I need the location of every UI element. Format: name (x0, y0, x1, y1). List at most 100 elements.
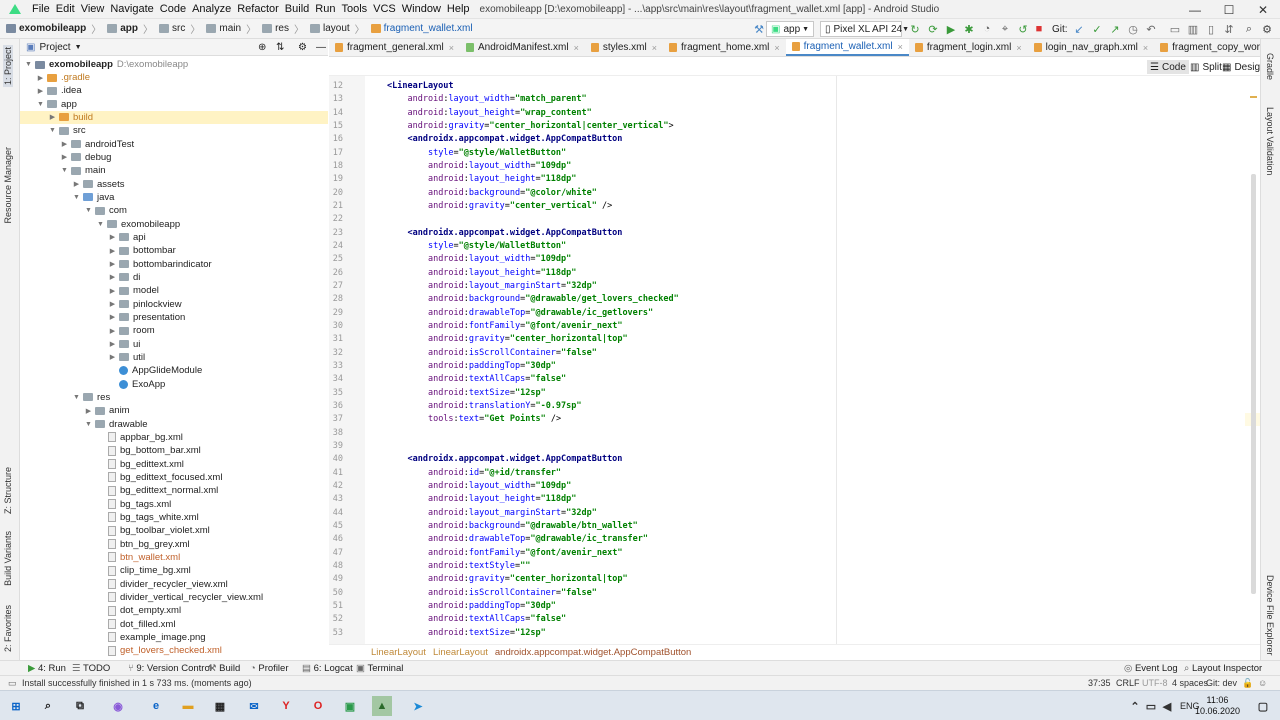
tree-item[interactable]: bg_toolbar_violet.xml (20, 524, 328, 537)
todo-tool-button[interactable]: ☰ TODO (72, 663, 110, 674)
device-file-explorer-tool-button[interactable]: Device File Explorer (1265, 575, 1275, 656)
code-editor[interactable]: <LinearLayout android:layout_width="matc… (365, 76, 1245, 644)
menu-file[interactable]: File (32, 3, 50, 15)
editor-breadcrumb-item[interactable]: LinearLayout (371, 647, 426, 658)
expanded-arrow-icon[interactable]: ▼ (72, 194, 81, 201)
opera-icon[interactable]: O (308, 696, 328, 716)
breadcrumb-item[interactable]: layout 〉 (309, 21, 365, 36)
file-encoding[interactable]: UTF-8 (1142, 678, 1168, 688)
git-push-icon[interactable]: ↗ (1108, 22, 1122, 36)
tree-item[interactable]: ▼ com (20, 204, 328, 217)
history-icon[interactable]: ◷ (1126, 22, 1140, 36)
menu-tools[interactable]: Tools (341, 3, 367, 15)
collapsed-arrow-icon[interactable]: ▶ (84, 407, 93, 415)
menu-build[interactable]: Build (285, 3, 309, 15)
collapsed-arrow-icon[interactable]: ▶ (60, 153, 69, 161)
collapsed-arrow-icon[interactable]: ▶ (108, 327, 117, 335)
breadcrumb-item[interactable]: app 〉 (107, 21, 153, 36)
run-icon[interactable]: ▶ (944, 22, 958, 36)
menu-navigate[interactable]: Navigate (110, 3, 153, 15)
tree-item[interactable]: ▼ main (20, 164, 328, 177)
collapsed-arrow-icon[interactable]: ▶ (36, 74, 45, 82)
search-icon[interactable]: ⌕ (1242, 22, 1256, 36)
chevron-down-icon[interactable]: ▼ (75, 44, 82, 51)
git-branch[interactable]: Git: dev (1206, 678, 1237, 688)
menu-help[interactable]: Help (447, 3, 470, 15)
tab-login-nav-graph-xml[interactable]: login_nav_graph.xml × (1028, 39, 1155, 56)
notifications-icon[interactable]: ☺ (1258, 678, 1267, 688)
tree-item[interactable]: AppGlideModule (20, 364, 328, 377)
indent-setting[interactable]: 4 spaces (1172, 678, 1208, 688)
tree-item[interactable]: ▶ .idea (20, 84, 328, 97)
app-purple-icon[interactable]: ◉ (108, 696, 128, 716)
tree-item[interactable]: btn_bg_grey.xml (20, 538, 328, 551)
gradle-tool-button[interactable]: Gradle (1265, 53, 1275, 80)
project-tool-button[interactable]: 1: Project (3, 45, 13, 88)
tree-item[interactable]: ▶ debug (20, 151, 328, 164)
debug-icon[interactable]: ✱ (962, 22, 976, 36)
tree-item[interactable]: example_image.png (20, 631, 328, 644)
line-separator[interactable]: CRLF (1116, 678, 1140, 688)
collapsed-arrow-icon[interactable]: ▶ (72, 180, 81, 188)
app-green-icon[interactable]: ▣ (340, 696, 360, 716)
collapsed-arrow-icon[interactable]: ▶ (36, 87, 45, 95)
collapsed-arrow-icon[interactable]: ▶ (108, 260, 117, 268)
menu-analyze[interactable]: Analyze (192, 3, 231, 15)
menu-run[interactable]: Run (315, 3, 335, 15)
taskbar-clock[interactable]: 11:06 10.06.2020 (1195, 695, 1240, 717)
close-tab-icon[interactable]: × (574, 43, 579, 53)
locate-icon[interactable]: ⊕ (258, 42, 266, 53)
rollback-icon[interactable]: ↶ (1144, 22, 1158, 36)
menu-vcs[interactable]: VCS (373, 3, 396, 15)
project-view-select[interactable]: Project (39, 42, 70, 53)
editor-scrollbar[interactable] (1251, 174, 1256, 594)
event-log-tool-button[interactable]: ◎ Event Log (1124, 663, 1178, 674)
breadcrumb-item[interactable]: src 〉 (159, 21, 200, 36)
tree-item[interactable]: ▶ model (20, 284, 328, 297)
expanded-arrow-icon[interactable]: ▼ (60, 167, 69, 174)
logcat-tool-button[interactable]: ▤ 6: Logcat (302, 663, 353, 674)
store-icon[interactable]: ▦ (210, 696, 230, 716)
attach-debugger-icon[interactable]: ⌖ (998, 22, 1012, 36)
tree-item[interactable]: ▶ androidTest (20, 138, 328, 151)
layout-validation-tool-button[interactable]: Layout Validation (1265, 107, 1275, 175)
collapsed-arrow-icon[interactable]: ▶ (108, 233, 117, 241)
structure-tool-button[interactable]: Z: Structure (3, 467, 13, 514)
tree-item[interactable]: ▼ app (20, 98, 328, 111)
rerun-icon[interactable]: ↺ (1016, 22, 1030, 36)
tree-item[interactable]: bg_edittext_normal.xml (20, 484, 328, 497)
tree-item[interactable]: ExoApp (20, 378, 328, 391)
close-tab-icon[interactable]: × (898, 42, 903, 52)
layout-icon[interactable]: ▭ (1168, 22, 1182, 36)
run-config-select[interactable]: ▣ app ▼ (766, 21, 814, 37)
tray-chevron-icon[interactable]: ⌃ (1128, 696, 1142, 716)
expanded-arrow-icon[interactable]: ▼ (48, 127, 57, 134)
expanded-arrow-icon[interactable]: ▼ (84, 421, 93, 428)
tree-item[interactable]: bg_edittext.xml (20, 458, 328, 471)
tree-item[interactable]: bg_edittext_focused.xml (20, 471, 328, 484)
tree-item[interactable]: ▼ src (20, 124, 328, 137)
expanded-arrow-icon[interactable]: ▼ (96, 221, 105, 228)
windows-start-icon[interactable]: ⊞ (6, 696, 26, 716)
tree-root[interactable]: ▼ exomobileapp D:\exomobileapp (20, 58, 328, 71)
git-update-icon[interactable]: ↙ (1072, 22, 1086, 36)
tab-fragment-login-xml[interactable]: fragment_login.xml × (909, 39, 1028, 56)
tree-item[interactable]: dot_empty.xml (20, 604, 328, 617)
tree-item[interactable]: dot_filled.xml (20, 618, 328, 631)
tab-AndroidManifest-xml[interactable]: AndroidManifest.xml × (460, 39, 585, 56)
tree-item[interactable]: bg_tags_white.xml (20, 511, 328, 524)
tree-item[interactable]: divider_recycler_view.xml (20, 578, 328, 591)
breadcrumb-item[interactable]: main 〉 (206, 21, 256, 36)
file-explorer-icon[interactable]: ▬ (178, 696, 198, 716)
menu-refactor[interactable]: Refactor (237, 3, 279, 15)
tree-item[interactable]: ▶ ui (20, 338, 328, 351)
stop-icon[interactable]: ■ (1032, 22, 1046, 36)
tab-fragment-copy-words-xml[interactable]: fragment_copy_words.xml× (1154, 39, 1260, 56)
expanded-arrow-icon[interactable]: ▼ (36, 101, 45, 108)
gear-icon[interactable]: ⚙ (298, 42, 307, 53)
tree-item[interactable]: ▶ anim (20, 404, 328, 417)
tree-item[interactable]: ▼ java (20, 191, 328, 204)
tree-item[interactable]: divider_vertical_recycler_view.xml (20, 591, 328, 604)
close-tab-icon[interactable]: × (1016, 43, 1021, 53)
run-tool-button[interactable]: ▶ 4: Run (28, 663, 66, 674)
